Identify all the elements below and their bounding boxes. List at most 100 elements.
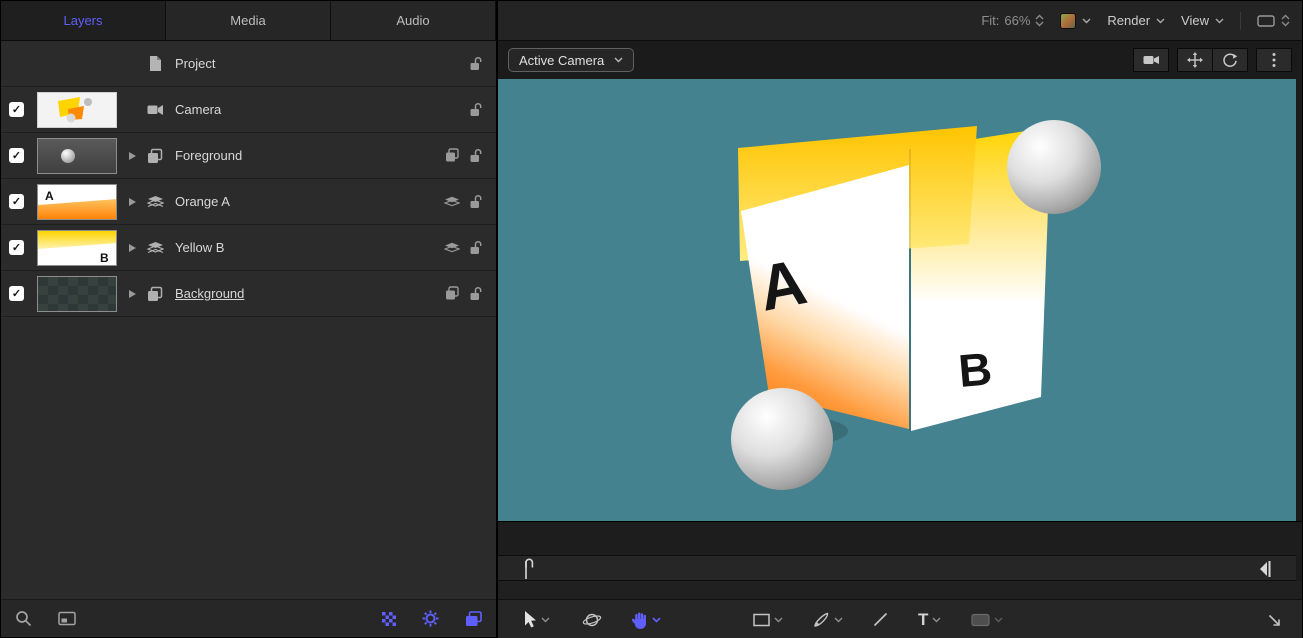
display-icon	[1257, 14, 1275, 28]
toolbar-divider	[1240, 12, 1241, 30]
rotate-icon	[1222, 52, 1238, 68]
canvas-toolbar: T	[498, 599, 1302, 638]
layers-stack-icon	[147, 240, 164, 255]
camera-thumbnail	[37, 92, 117, 128]
sphere-bottom[interactable]	[731, 388, 833, 490]
transparency-checker-button[interactable]	[382, 612, 396, 626]
layer-name: Project	[173, 56, 469, 71]
disclosure-triangle[interactable]	[129, 198, 136, 206]
camera-overlay-button[interactable]	[1133, 48, 1169, 72]
tab-audio[interactable]: Audio	[331, 1, 496, 40]
move-3d-button[interactable]	[1177, 48, 1213, 72]
layers-stack-icon	[147, 194, 164, 209]
lock-open-icon[interactable]	[469, 56, 482, 71]
lock-open-icon[interactable]	[469, 102, 482, 117]
color-swatch-icon	[1060, 13, 1076, 29]
hand-icon	[632, 611, 648, 629]
canvas-viewport[interactable]: A B	[498, 79, 1296, 521]
gear-icon	[422, 610, 439, 627]
fit-value: 66%	[1004, 13, 1030, 28]
settings-gear-button[interactable]	[422, 610, 439, 627]
adjust-3d-transform-tool[interactable]	[576, 607, 608, 633]
fullscreen-button[interactable]	[1266, 612, 1282, 628]
rectangle-shape-tool[interactable]	[747, 609, 789, 631]
disclosure-triangle[interactable]	[129, 244, 136, 252]
mini-timeline[interactable]	[498, 555, 1296, 581]
svg-text:B: B	[100, 251, 109, 265]
rotate-3d-button[interactable]	[1212, 48, 1248, 72]
lock-open-icon[interactable]	[469, 240, 482, 255]
select-transform-tool[interactable]	[518, 607, 556, 632]
thumbnail-display-button[interactable]	[58, 611, 76, 626]
visibility-checkbox[interactable]: ✓	[9, 286, 24, 301]
text-tool-glyph: T	[918, 611, 928, 628]
chevron-down-icon	[1082, 18, 1091, 24]
zoom-fit-menu[interactable]: Fit: 66%	[981, 13, 1044, 28]
camera-icon	[1143, 53, 1160, 67]
expand-diagonal-icon	[1266, 612, 1282, 628]
tab-layers[interactable]: Layers	[1, 1, 166, 40]
visibility-checkbox[interactable]: ✓	[9, 194, 24, 209]
group-icon	[147, 148, 163, 164]
visibility-checkbox[interactable]: ✓	[9, 102, 24, 117]
render-menu[interactable]: Render	[1107, 13, 1165, 28]
svg-text:A: A	[45, 189, 54, 203]
chevron-down-icon	[834, 617, 843, 623]
paint-stroke-tool[interactable]	[807, 608, 849, 632]
chevron-down-icon	[774, 617, 783, 623]
chevron-down-icon	[541, 617, 550, 623]
layer-name: Orange A	[173, 194, 444, 209]
timing-area	[498, 521, 1302, 555]
lock-open-icon[interactable]	[469, 194, 482, 209]
active-camera-label: Active Camera	[519, 53, 604, 68]
view-label: View	[1181, 13, 1209, 28]
layer-row-yellow-b[interactable]: ✓ B Yellow B	[1, 225, 496, 271]
more-options-button[interactable]	[1256, 48, 1292, 72]
view-menu[interactable]: View	[1181, 13, 1224, 28]
disclosure-triangle[interactable]	[129, 152, 136, 160]
active-camera-menu[interactable]: Active Camera	[508, 48, 634, 72]
disclosure-triangle[interactable]	[129, 290, 136, 298]
pan-hand-tool[interactable]	[626, 607, 667, 633]
chevron-down-icon	[652, 617, 661, 623]
layer-row-background[interactable]: ✓ Background	[1, 271, 496, 317]
letter-b-text[interactable]: B	[956, 342, 994, 397]
layers-panel-empty-area[interactable]	[1, 317, 496, 599]
tab-layers-label: Layers	[63, 13, 102, 28]
line-tool[interactable]	[867, 608, 894, 631]
layer-row-orange-a[interactable]: ✓ A Orange A	[1, 179, 496, 225]
camera-icon	[147, 102, 164, 117]
lock-open-icon[interactable]	[469, 286, 482, 301]
layer-name: Yellow B	[173, 240, 444, 255]
layer-row-camera[interactable]: ✓ Camera	[1, 87, 496, 133]
chevron-down-icon	[1215, 18, 1224, 24]
layer-row-project[interactable]: Project	[1, 41, 496, 87]
layer-name: Background	[173, 286, 445, 301]
play-range-in-marker[interactable]	[522, 558, 536, 585]
thumbnail-display-icon	[58, 611, 76, 626]
search-button[interactable]	[15, 610, 32, 627]
layers-panel-footer	[1, 599, 496, 637]
play-range-out-marker[interactable]	[1259, 560, 1272, 583]
image-mask-tool[interactable]	[965, 609, 1009, 631]
layers-badge-icon	[444, 241, 460, 254]
image-mask-icon	[971, 613, 990, 627]
text-tool[interactable]: T	[912, 607, 947, 632]
chevron-down-icon	[994, 617, 1003, 623]
layer-row-foreground[interactable]: ✓ Foreground	[1, 133, 496, 179]
view-controls: Fit: 66% Render View	[498, 1, 1302, 40]
sphere-top[interactable]	[1007, 120, 1101, 214]
lock-open-icon[interactable]	[469, 148, 482, 163]
project-document-icon	[147, 55, 163, 72]
channels-swatch-menu[interactable]	[1060, 13, 1091, 29]
motion-window: Layers Media Audio Fit: 66% Render View	[0, 0, 1303, 638]
show-panels-button[interactable]	[465, 611, 482, 627]
tab-media-label: Media	[230, 13, 265, 28]
top-bar: Layers Media Audio Fit: 66% Render View	[1, 1, 1302, 41]
display-layout-menu[interactable]	[1257, 14, 1290, 28]
chevron-down-icon	[614, 57, 623, 63]
visibility-checkbox[interactable]: ✓	[9, 240, 24, 255]
tab-media[interactable]: Media	[166, 1, 331, 40]
chevron-down-icon	[932, 617, 941, 623]
visibility-checkbox[interactable]: ✓	[9, 148, 24, 163]
